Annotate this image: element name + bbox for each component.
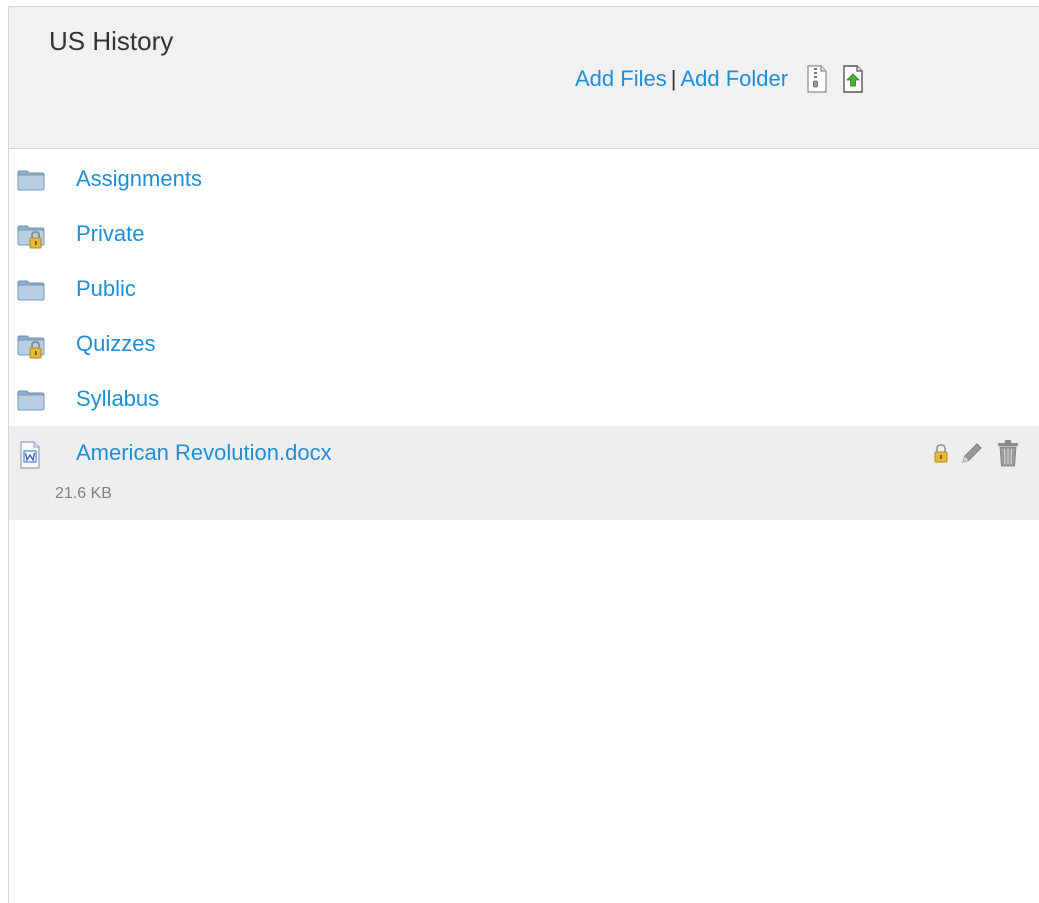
actions-separator: | (670, 66, 677, 91)
folder-icon (16, 168, 46, 192)
locked-folder-icon (16, 223, 46, 249)
folder-row-private[interactable]: Private (9, 206, 1039, 261)
folder-name[interactable]: Syllabus (76, 386, 159, 412)
folder-row-quizzes[interactable]: Quizzes (9, 316, 1039, 371)
word-document-icon (19, 441, 41, 469)
folder-row-syllabus[interactable]: Syllabus (9, 371, 1039, 426)
folder-name[interactable]: Public (76, 276, 136, 302)
folder-icon (16, 388, 46, 412)
upload-document-icon[interactable] (842, 65, 864, 93)
locked-folder-icon (16, 333, 46, 359)
folder-name[interactable]: Assignments (76, 166, 202, 192)
file-list: Assignments Private Public Quizzes Sylla… (9, 151, 1039, 520)
zip-download-icon[interactable] (806, 65, 828, 93)
lock-icon[interactable] (933, 442, 949, 469)
folder-name[interactable]: Private (76, 221, 144, 247)
trash-icon[interactable] (995, 438, 1021, 473)
add-files-link[interactable]: Add Files (575, 66, 667, 92)
folder-icon (16, 278, 46, 302)
page-title: US History (49, 26, 174, 56)
add-folder-link[interactable]: Add Folder (680, 66, 788, 92)
file-actions (933, 438, 1021, 473)
edit-pencil-icon[interactable] (959, 440, 985, 471)
folder-row-public[interactable]: Public (9, 261, 1039, 316)
panel-header: US History Add Files | Add Folder (9, 7, 1039, 149)
file-row-american-revolution[interactable]: American Revolution.docx 21.6 KB (9, 426, 1039, 520)
file-name[interactable]: American Revolution.docx (76, 440, 332, 466)
folder-row-assignments[interactable]: Assignments (9, 151, 1039, 206)
file-browser-panel: US History Add Files | Add Folder Assign… (8, 6, 1039, 903)
file-size: 21.6 KB (55, 485, 112, 502)
header-actions: Add Files | Add Folder (575, 65, 864, 93)
folder-name[interactable]: Quizzes (76, 331, 155, 357)
